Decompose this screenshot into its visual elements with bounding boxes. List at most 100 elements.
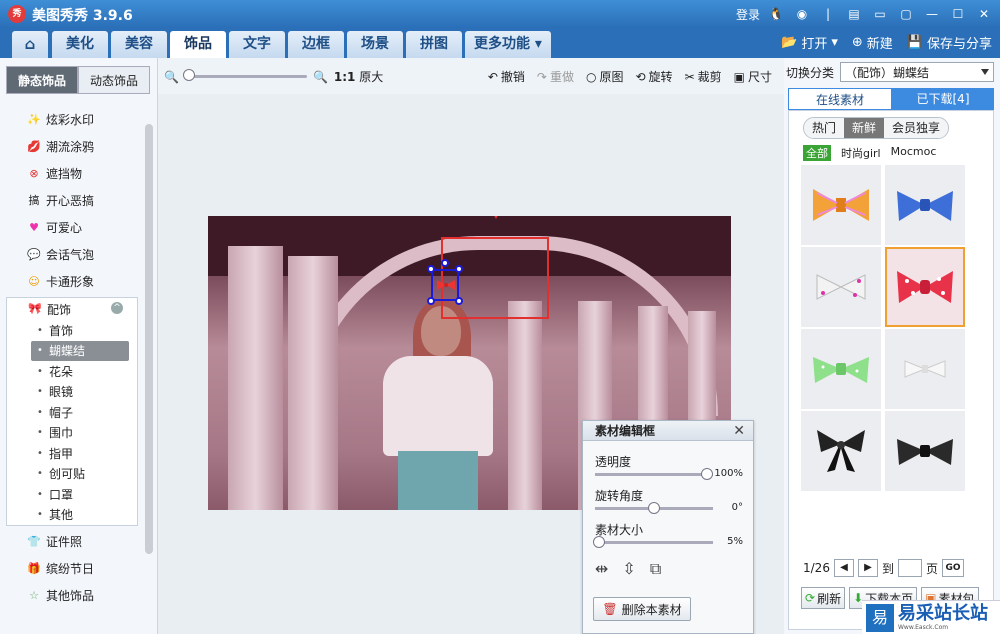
- category-label: 遮挡物: [46, 167, 83, 181]
- size-slider[interactable]: [593, 536, 713, 548]
- filter-vip[interactable]: 会员独享: [884, 118, 949, 138]
- tab-collage[interactable]: 拼图: [406, 31, 462, 58]
- category-select[interactable]: （配饰）蝴蝶结: [840, 62, 995, 82]
- subcategory-hat[interactable]: 帽子: [7, 402, 137, 423]
- filter-hot[interactable]: 热门: [804, 118, 845, 138]
- original-button[interactable]: ○ 原图: [586, 68, 624, 85]
- tab-downloaded[interactable]: 已下载[4]: [892, 88, 994, 110]
- material-tile[interactable]: [885, 411, 965, 491]
- maximize-icon[interactable]: ☐: [948, 5, 968, 23]
- zoom-slider[interactable]: [182, 69, 307, 81]
- tab-scene[interactable]: 场景: [347, 31, 403, 58]
- actual-size-button[interactable]: 1:1 原大: [334, 68, 383, 85]
- funny-icon: 搞: [28, 193, 40, 207]
- zoom-in-icon[interactable]: 🔍: [313, 70, 328, 84]
- tab-beauty[interactable]: 美容: [111, 31, 167, 58]
- material-tile[interactable]: [885, 165, 965, 245]
- tab-home[interactable]: ⌂: [12, 31, 48, 58]
- category-funny[interactable]: 搞开心恶搞: [6, 187, 138, 214]
- prev-page-button[interactable]: ◀: [833, 559, 854, 577]
- resize-handle[interactable]: [455, 265, 463, 273]
- subfilter-mocmoc[interactable]: Mocmoc: [891, 145, 937, 161]
- resize-handle[interactable]: [427, 297, 435, 305]
- category-accessories[interactable]: 🎀 配饰 ^: [7, 298, 137, 320]
- skin-icon[interactable]: ▢: [896, 5, 916, 23]
- category-list: ✨ 炫彩水印 💋 潮流涂鸦 ⊗ 遮挡物 搞开心恶搞 ♥ 可爱心 💬 会话气泡 ☺ 卡通形象 …: [6, 106, 138, 609]
- resize-button[interactable]: ▣ 尺寸: [734, 68, 772, 85]
- category-other-accessories[interactable]: ☆ 其他饰品: [6, 582, 138, 609]
- category-id-photo[interactable]: 👕 证件照: [6, 528, 138, 555]
- delete-material-button[interactable]: 🗑 删除本素材: [593, 597, 691, 621]
- material-tile[interactable]: [801, 247, 881, 327]
- subcategory-mask[interactable]: 口罩: [7, 484, 137, 505]
- material-tile-selected[interactable]: [885, 247, 965, 327]
- resize-handle[interactable]: [427, 265, 435, 273]
- subcategory-scarf[interactable]: 围巾: [7, 423, 137, 444]
- subcategory-flower[interactable]: 花朵: [7, 361, 137, 382]
- undo-button[interactable]: ↶ 撤销: [488, 68, 525, 85]
- qq-icon[interactable]: 🐧: [766, 5, 786, 23]
- close-icon[interactable]: ✕: [974, 5, 994, 23]
- zoom-slider-knob[interactable]: [182, 69, 195, 81]
- category-bubble[interactable]: 💬 会话气泡: [6, 241, 138, 268]
- material-tile[interactable]: [801, 411, 881, 491]
- subcategory-nail[interactable]: 指甲: [7, 443, 137, 464]
- login-link[interactable]: 登录: [736, 6, 760, 23]
- flip-vertical-icon[interactable]: ⇳: [622, 559, 635, 579]
- subfilter-all[interactable]: 全部: [803, 145, 831, 161]
- subfilter-fashion-girl[interactable]: 时尚girl: [841, 145, 881, 161]
- notes-icon[interactable]: ▤: [844, 5, 864, 23]
- refresh-button[interactable]: ⟳ 刷新: [801, 587, 846, 609]
- message-icon[interactable]: ▭: [870, 5, 890, 23]
- copy-icon[interactable]: ⧉: [650, 559, 661, 579]
- category-label: 开心恶搞: [46, 194, 95, 208]
- crop-button[interactable]: ✂ 裁剪: [685, 68, 722, 85]
- open-button[interactable]: 📂 打开 ▾: [781, 33, 838, 52]
- subcategory-bow[interactable]: 蝴蝶结: [31, 340, 129, 361]
- material-tile[interactable]: [801, 329, 881, 409]
- collapse-icon[interactable]: ^: [111, 302, 123, 314]
- category-cartoon[interactable]: ☺ 卡通形象: [6, 268, 138, 295]
- tab-frame[interactable]: 边框: [288, 31, 344, 58]
- subcategory-other[interactable]: 其他: [7, 505, 137, 526]
- subcategory-jewelry[interactable]: 首饰: [7, 320, 137, 341]
- category-watermark[interactable]: ✨ 炫彩水印: [6, 106, 138, 133]
- zoom-out-icon[interactable]: 🔍: [164, 70, 179, 84]
- tab-text[interactable]: 文字: [229, 31, 285, 58]
- subcategory-glasses[interactable]: 眼镜: [7, 382, 137, 403]
- sidebar-scrollbar[interactable]: [145, 124, 153, 554]
- category-cover[interactable]: ⊗ 遮挡物: [6, 160, 138, 187]
- category-graffiti[interactable]: 💋 潮流涂鸦: [6, 133, 138, 160]
- redo-button[interactable]: ↷ 重做: [537, 68, 574, 85]
- filter-new[interactable]: 新鲜: [844, 118, 885, 138]
- material-tile[interactable]: [801, 165, 881, 245]
- category-festival[interactable]: 🎁 缤纷节日: [6, 555, 138, 582]
- category-heart[interactable]: ♥ 可爱心: [6, 214, 138, 241]
- go-button[interactable]: GO: [941, 559, 964, 577]
- next-page-button[interactable]: ▶: [857, 559, 878, 577]
- new-button[interactable]: ⊕ 新建: [852, 33, 893, 52]
- resize-handle[interactable]: [455, 297, 463, 305]
- tab-beautify[interactable]: 美化: [52, 31, 108, 58]
- flip-horizontal-icon[interactable]: ⇹: [595, 559, 608, 579]
- sticker-selection[interactable]: [427, 259, 463, 305]
- photo-column: [288, 256, 338, 510]
- rotate-button[interactable]: ⟲ 旋转: [635, 68, 672, 85]
- tab-online-materials[interactable]: 在线素材: [788, 88, 892, 110]
- subcategory-bandaid[interactable]: 创可贴: [7, 464, 137, 485]
- page-unit-label: 页: [925, 561, 938, 576]
- tab-static-accessories[interactable]: 静态饰品: [6, 66, 78, 94]
- tab-dynamic-accessories[interactable]: 动态饰品: [78, 66, 150, 94]
- tab-accessories[interactable]: 饰品: [170, 31, 226, 58]
- material-tile[interactable]: [885, 329, 965, 409]
- minimize-icon[interactable]: —: [922, 5, 942, 23]
- size-slider-knob[interactable]: [593, 536, 605, 548]
- save-share-button[interactable]: 💾 保存与分享: [907, 33, 992, 52]
- tab-more[interactable]: 更多功能 ▾: [465, 31, 551, 58]
- close-icon[interactable]: ✕: [733, 423, 745, 439]
- save-icon: 💾: [906, 35, 923, 50]
- rotation-row: 旋转角度 0°: [583, 475, 753, 514]
- weibo-icon[interactable]: ◉: [792, 5, 812, 23]
- rotate-handle[interactable]: [441, 259, 449, 267]
- page-input[interactable]: [897, 559, 922, 577]
